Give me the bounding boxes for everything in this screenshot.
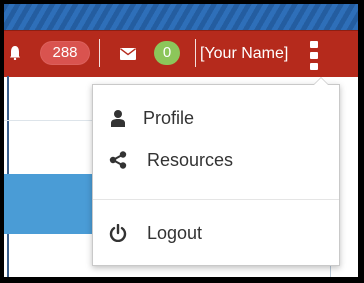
menu-item-label: Logout: [147, 223, 203, 243]
user-icon: [111, 110, 125, 127]
screenshot-frame: 288 0 [Your Name] Profile Resources Logo…: [0, 0, 364, 283]
messages-count-badge[interactable]: 0: [154, 41, 180, 65]
menu-item-label: Resources: [147, 150, 234, 170]
top-navbar: 288 0 [Your Name]: [4, 30, 358, 77]
bell-icon[interactable]: [10, 46, 20, 60]
power-icon: [109, 224, 127, 242]
app-window: 288 0 [Your Name] Profile Resources Logo…: [4, 4, 358, 277]
navbar-separator: [195, 39, 196, 67]
navbar-separator: [99, 39, 100, 67]
kebab-dot: [310, 63, 318, 70]
envelope-icon[interactable]: [120, 48, 136, 60]
kebab-dot: [310, 41, 318, 48]
menu-divider: [93, 199, 339, 200]
notifications-count-badge[interactable]: 288: [40, 41, 90, 65]
user-dropdown-menu: Profile Resources Logout: [92, 77, 340, 266]
menu-item-resources[interactable]: Resources: [93, 143, 339, 177]
decorative-stripe-bar: [4, 4, 358, 30]
content-panel-header: [4, 174, 92, 234]
menu-item-label: Profile: [143, 108, 195, 128]
dropdown-caret: [313, 77, 329, 85]
content-divider: [4, 120, 94, 121]
menu-item-profile[interactable]: Profile: [93, 101, 339, 135]
user-name-link[interactable]: [Your Name]: [200, 43, 288, 65]
kebab-icon[interactable]: [308, 41, 320, 71]
menu-item-logout[interactable]: Logout: [93, 216, 339, 250]
share-icon: [109, 151, 127, 169]
kebab-dot: [310, 52, 318, 59]
